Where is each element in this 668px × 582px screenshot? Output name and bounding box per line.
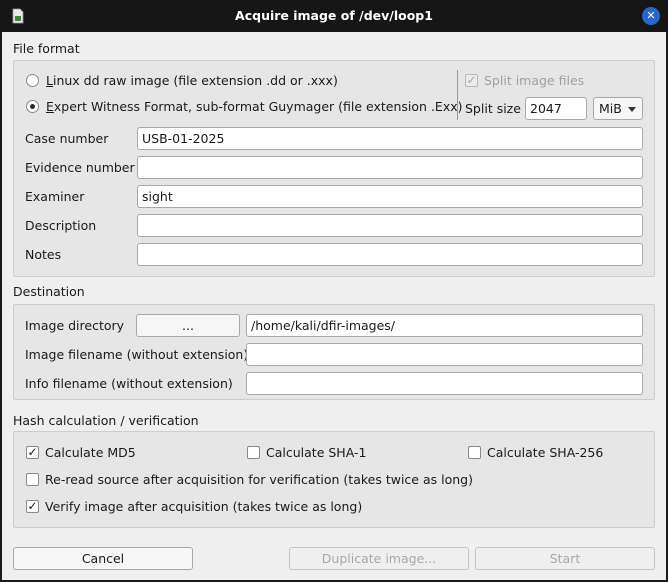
file-format-title: File format bbox=[13, 41, 80, 56]
cancel-button[interactable]: Cancel bbox=[13, 547, 193, 570]
reread-checkbox[interactable] bbox=[26, 473, 39, 486]
description-label: Description bbox=[25, 218, 97, 233]
verify-label[interactable]: Verify image after acquisition (takes tw… bbox=[45, 499, 362, 514]
sha1-checkbox[interactable] bbox=[247, 446, 260, 459]
verify-checkbox[interactable]: ✓ bbox=[26, 500, 39, 513]
split-unit-value: MiB bbox=[599, 101, 622, 116]
file-format-group: Linux dd raw image (file extension .dd o… bbox=[13, 60, 655, 277]
start-button[interactable]: Start bbox=[475, 547, 655, 570]
close-button[interactable]: ✕ bbox=[642, 7, 660, 25]
image-directory-label: Image directory bbox=[25, 318, 125, 333]
md5-checkbox[interactable]: ✓ bbox=[26, 446, 39, 459]
info-filename-input[interactable] bbox=[246, 372, 643, 395]
destination-title: Destination bbox=[13, 284, 85, 299]
split-files-label: Split image files bbox=[484, 73, 585, 88]
sha256-label[interactable]: Calculate SHA-256 bbox=[487, 445, 603, 460]
dd-format-label[interactable]: Linux dd raw image (file extension .dd o… bbox=[46, 73, 338, 88]
image-filename-label: Image filename (without extension) bbox=[25, 347, 249, 362]
info-filename-label: Info filename (without extension) bbox=[25, 376, 233, 391]
md5-label[interactable]: Calculate MD5 bbox=[45, 445, 136, 460]
examiner-input[interactable]: sight bbox=[137, 185, 643, 208]
reread-label[interactable]: Re-read source after acquisition for ver… bbox=[45, 472, 473, 487]
case-number-input[interactable]: USB-01-2025 bbox=[137, 127, 643, 150]
notes-label: Notes bbox=[25, 247, 62, 262]
duplicate-image-button[interactable]: Duplicate image... bbox=[289, 547, 469, 570]
title-bar: Acquire image of /dev/loop1 ✕ bbox=[0, 0, 668, 32]
description-input[interactable] bbox=[137, 214, 643, 237]
examiner-label: Examiner bbox=[25, 189, 85, 204]
browse-directory-button[interactable]: ... bbox=[136, 314, 240, 337]
close-icon: ✕ bbox=[646, 9, 656, 22]
destination-group: Image directory ... /home/kali/dfir-imag… bbox=[13, 304, 655, 400]
evidence-number-label: Evidence number bbox=[25, 160, 135, 175]
dialog-body: File format Linux dd raw image (file ext… bbox=[2, 32, 666, 580]
split-files-checkbox[interactable]: ✓ bbox=[465, 74, 478, 87]
radio-dd-format[interactable] bbox=[26, 74, 39, 87]
split-size-label: Split size bbox=[465, 101, 521, 116]
notes-input[interactable] bbox=[137, 243, 643, 266]
split-unit-select[interactable]: MiB bbox=[593, 97, 643, 120]
image-filename-input[interactable] bbox=[246, 343, 643, 366]
image-directory-input[interactable]: /home/kali/dfir-images/ bbox=[246, 314, 643, 337]
ewf-format-label[interactable]: Expert Witness Format, sub-format Guymag… bbox=[46, 99, 463, 114]
format-separator bbox=[457, 70, 458, 120]
sha256-checkbox[interactable] bbox=[468, 446, 481, 459]
sha1-label[interactable]: Calculate SHA-1 bbox=[266, 445, 366, 460]
case-number-label: Case number bbox=[25, 131, 109, 146]
split-size-input[interactable]: 2047 bbox=[525, 97, 587, 120]
evidence-number-input[interactable] bbox=[137, 156, 643, 179]
hash-title: Hash calculation / verification bbox=[13, 413, 199, 428]
chevron-down-icon bbox=[628, 107, 636, 112]
window-title: Acquire image of /dev/loop1 bbox=[235, 8, 433, 23]
radio-ewf-format[interactable] bbox=[26, 100, 39, 113]
hash-group: ✓ Calculate MD5 Calculate SHA-1 Calculat… bbox=[13, 431, 655, 528]
